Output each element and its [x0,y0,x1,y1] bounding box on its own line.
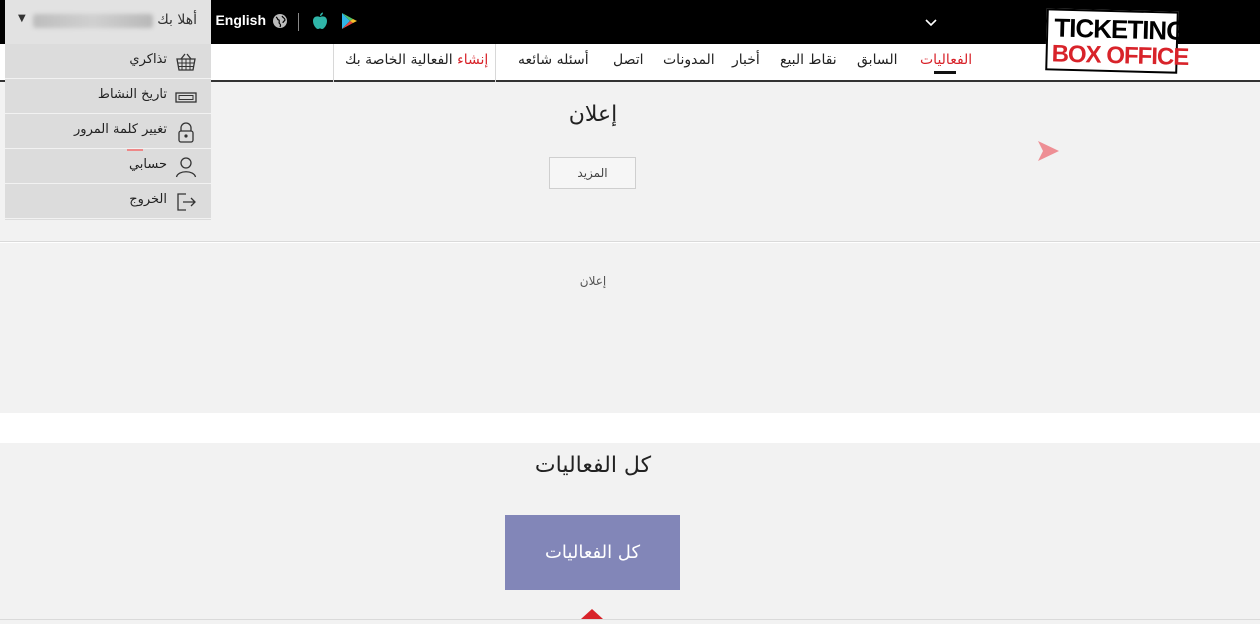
ad-banner-section: إعلان [0,243,1260,413]
topbar-divider [298,13,299,31]
caret-down-icon: ▼ [18,13,26,24]
nav-item-blogs[interactable]: المدونات [663,52,715,68]
nav-active-underline [934,71,956,74]
user-icon [175,156,197,178]
menu-item-tickets[interactable]: تذاكري [5,44,211,79]
password-strength-mark [127,149,143,151]
user-menu-toggle[interactable]: أهلا بك ▼ [5,0,211,44]
user-dropdown-menu: تذاكري تاريخ النشاط تغيير كلمة المرور حس… [5,44,211,220]
section-gap [0,413,1260,443]
basket-icon [175,51,197,73]
apple-icon[interactable] [311,11,329,31]
ad-title: إعلان [568,102,618,127]
google-play-icon[interactable] [340,12,358,30]
nav-separator-2 [333,44,334,82]
language-switch-english[interactable]: English [210,12,266,28]
create-event-red: إنشاء [457,52,489,68]
create-event-rest: الفعالية الخاصة بك [345,52,453,68]
nav-item-faq[interactable]: أسئله شائعه [518,52,589,68]
menu-item-activity-history[interactable]: تاريخ النشاط [5,79,211,114]
menu-item-logout[interactable]: الخروج [5,184,211,219]
greeting-label: أهلا بك [157,12,197,28]
nav-item-events[interactable]: الفعاليات [920,52,972,68]
menu-item-label: حسابي [128,157,167,172]
nav-separator [495,44,496,82]
nav-item-contact[interactable]: اتصل [613,52,644,68]
nav-item-past[interactable]: السابق [857,52,897,68]
logo-line2: BOX OFFICE [1051,40,1189,71]
menu-item-label: تغيير كلمة المرور [74,122,167,137]
next-arrow-icon[interactable] [1036,140,1060,162]
page: English TICKETING BOX OFFICE الفعاليات ا… [0,0,1260,624]
ticketing-box-office-logo[interactable]: TICKETING BOX OFFICE [1045,8,1189,74]
menu-item-change-password[interactable]: تغيير كلمة المرور [5,114,211,149]
menu-item-label: الخروج [129,192,167,207]
all-events-title: كل الفعاليات [534,453,652,478]
lock-icon [175,121,197,143]
nav-create-event-link[interactable]: إنشاء الفعالية الخاصة بك [345,52,488,68]
more-button[interactable]: المزيد [549,157,636,189]
chevron-down-icon[interactable] [922,16,940,34]
menu-item-label: تذاكري [129,52,167,67]
username-blurred [33,14,153,28]
ticket-icon [175,86,197,108]
all-events-button[interactable]: كل الفعاليات [505,515,680,590]
section-divider [0,619,1260,620]
nav-item-news[interactable]: أخبار [732,52,760,68]
nav-item-sales-points[interactable]: نقاط البيع [780,52,837,68]
ad-placeholder-label: إعلان [579,274,607,288]
menu-item-label: تاريخ النشاط [97,87,167,102]
logout-icon [175,191,197,213]
menu-item-my-account[interactable]: حسابي [5,149,211,184]
globe-icon[interactable] [272,13,288,29]
all-events-section: كل الفعاليات كل الفعاليات [0,443,1260,624]
active-tab-indicator [581,609,603,619]
